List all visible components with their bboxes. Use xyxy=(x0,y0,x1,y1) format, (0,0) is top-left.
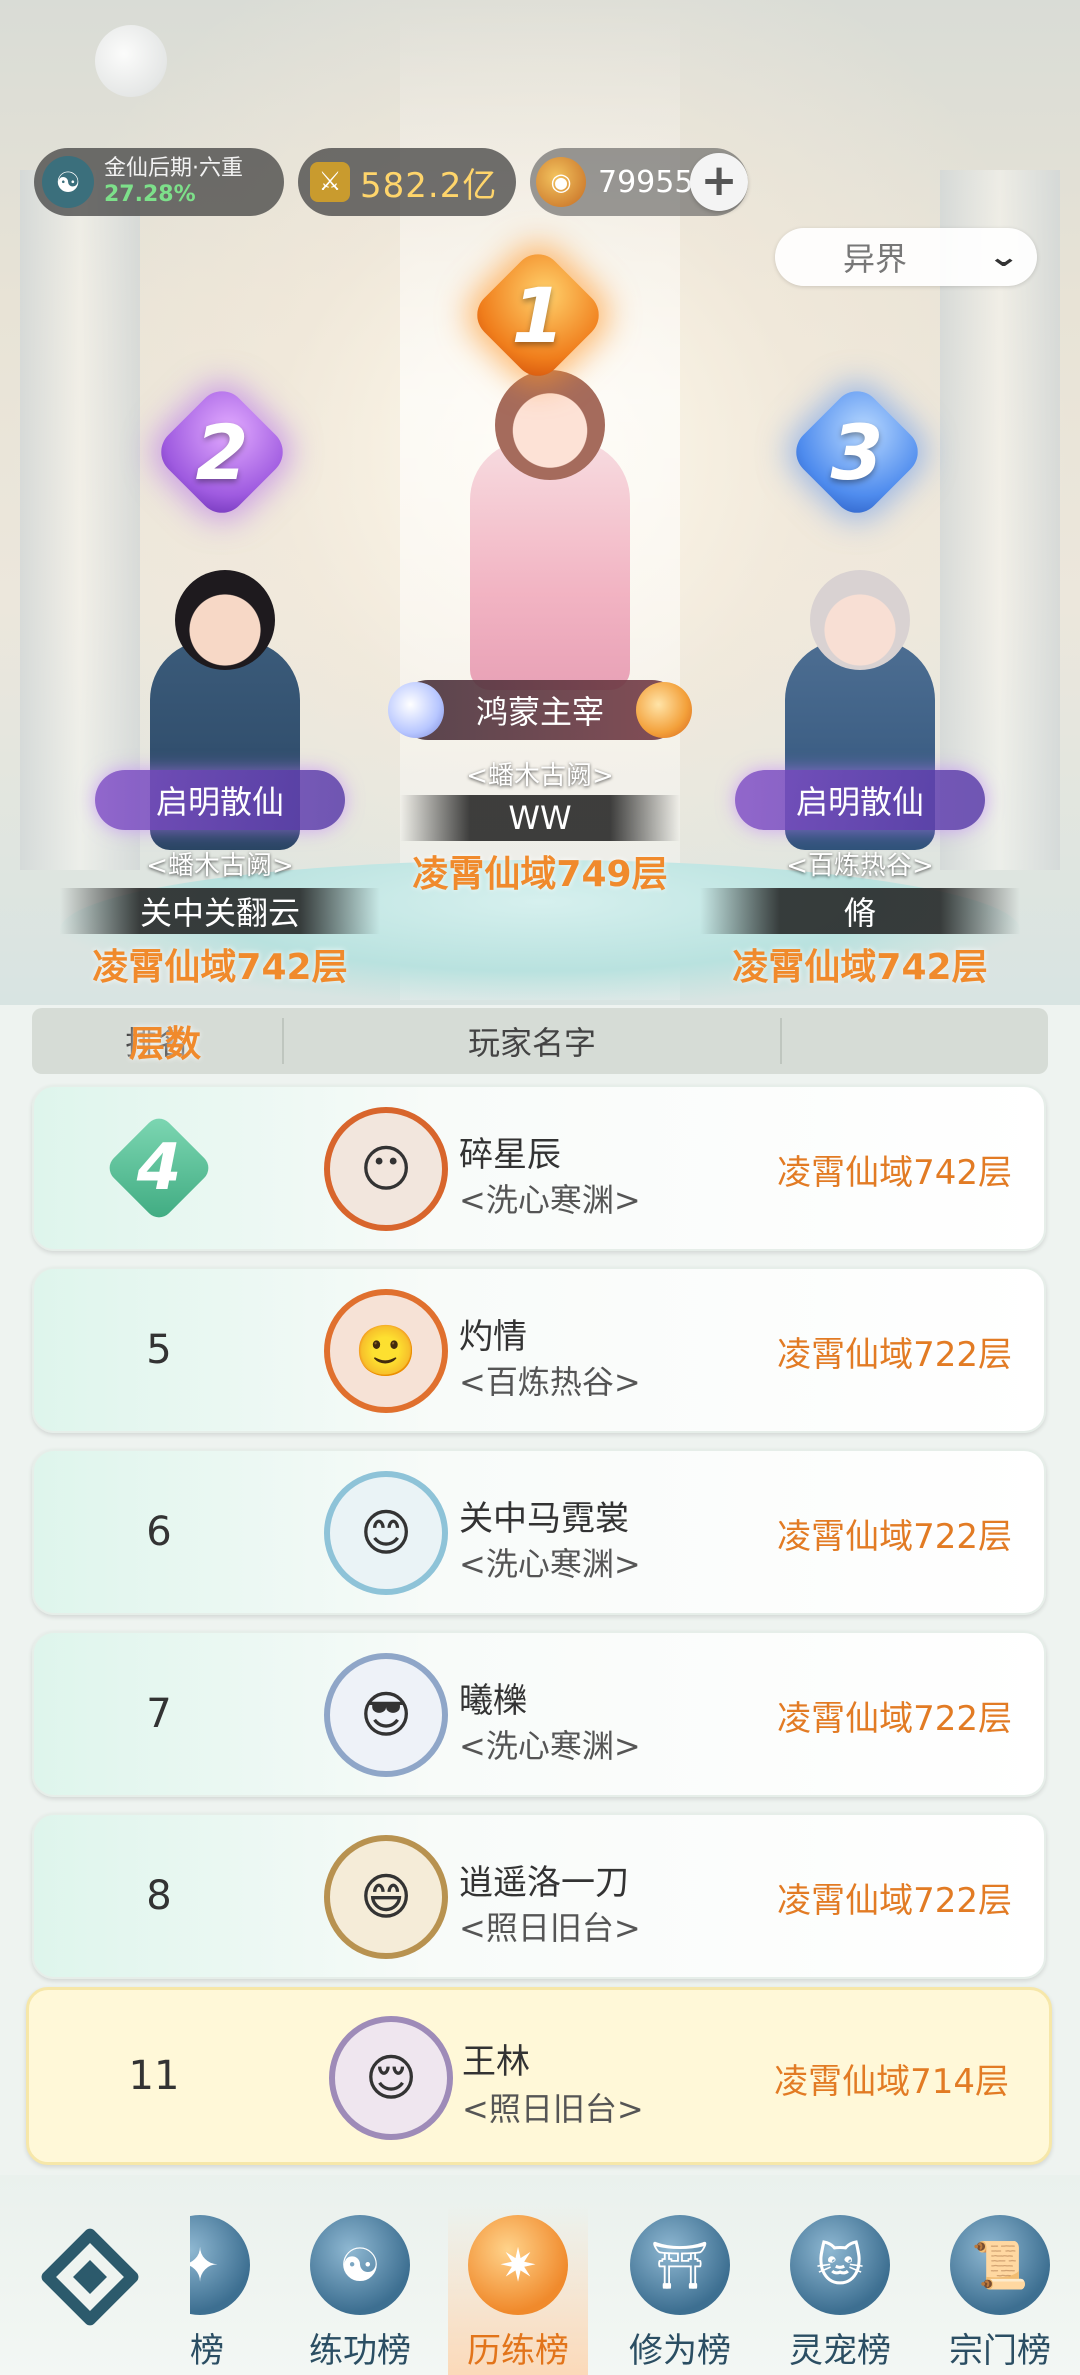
table-row[interactable]: 5 🙂 灼情 <百炼热谷> 凌霄仙域722层 xyxy=(32,1267,1046,1433)
header-floor: 层数 xyxy=(128,1024,201,1065)
table-row[interactable]: 4 😶 碎星辰 <洗心寒渊> 凌霄仙域742层 xyxy=(32,1085,1046,1251)
tab-label: 练功榜 xyxy=(309,2331,411,2371)
scroll-icon: 📜 xyxy=(950,2215,1050,2315)
rank-number: 5 xyxy=(146,1327,172,1373)
avatar[interactable]: 😶 xyxy=(324,1107,448,1231)
spirit-coin-icon: ◉ xyxy=(536,157,586,207)
power-rank-icon: ✦ xyxy=(190,2215,250,2315)
rank2-badge-icon: 2 xyxy=(151,381,293,523)
rank3-floor: 凌霄仙域742层 xyxy=(732,947,988,988)
chevron-down-icon: ⌄ xyxy=(986,240,1020,273)
rank2-player-name: 关中关翻云 xyxy=(60,888,380,934)
yin-yang-icon: ☯ xyxy=(310,2215,410,2315)
player-floor: 凌霄仙域722层 xyxy=(777,1517,1012,1557)
player-guild: <洗心寒渊> xyxy=(459,1545,641,1583)
table-row[interactable]: 7 😎 曦櫟 <洗心寒渊> 凌霄仙域722层 xyxy=(32,1631,1046,1797)
player-name: 逍遥洛一刀 xyxy=(459,1863,629,1903)
tab-power-rank[interactable]: ✦ 力榜 xyxy=(190,2205,260,2375)
moon-icon xyxy=(95,25,167,97)
rank1-title: 鸿蒙主宰 xyxy=(388,680,692,740)
table-row[interactable]: 8 😄 逍遥洛一刀 <照日旧台> 凌霄仙域722层 xyxy=(32,1813,1046,1979)
player-guild: <洗心寒渊> xyxy=(459,1181,641,1219)
player-name: 王林 xyxy=(462,2042,530,2082)
player-floor: 凌霄仙域722层 xyxy=(777,1335,1012,1375)
orb-icon xyxy=(388,682,444,738)
rank-number: 7 xyxy=(146,1691,172,1737)
left-pillar xyxy=(20,170,140,870)
player-floor: 凌霄仙域722层 xyxy=(777,1699,1012,1739)
realm-percent: 27.28% xyxy=(104,182,196,207)
avatar[interactable]: 😊 xyxy=(324,1471,448,1595)
combat-power: ⚔ 582.2亿 xyxy=(298,148,516,216)
tab-pet-rank[interactable]: 🐱 灵宠榜 xyxy=(770,2205,910,2375)
tab-trial-rank[interactable]: ✷ 历练榜 xyxy=(448,2205,588,2375)
bottom-nav: ✦ 力榜 ☯ 练功榜 ✷ 历练榜 ⛩ 修为榜 🐱 灵宠榜 📜 宗门榜 xyxy=(0,2175,1080,2375)
self-rank-row[interactable]: 11 😌 王林 <照日旧台> 凌霄仙域714层 xyxy=(26,1987,1052,2165)
realm-name: 金仙后期·六重 xyxy=(104,156,243,181)
rank2-guild: <蟠木古阙> xyxy=(146,851,294,881)
tab-sect-rank[interactable]: 📜 宗门榜 xyxy=(930,2205,1070,2375)
dropdown-selected: 异界 xyxy=(843,240,908,278)
rank1-character[interactable] xyxy=(470,370,630,690)
rank3-badge-icon: 3 xyxy=(786,381,928,523)
rank-number: 8 xyxy=(146,1873,172,1919)
tab-label: 修为榜 xyxy=(629,2331,731,2371)
header-player-name: 玩家名字 xyxy=(282,1018,782,1064)
avatar[interactable]: 😌 xyxy=(329,2016,453,2140)
rank1-guild: <蟠木古阙> xyxy=(466,761,614,791)
rank2-title: 启明散仙 xyxy=(95,770,345,830)
tab-label: 历练榜 xyxy=(467,2331,569,2371)
avatar[interactable]: 😄 xyxy=(324,1835,448,1959)
rank1-badge-icon: 1 xyxy=(467,244,609,386)
tab-label: 灵宠榜 xyxy=(789,2331,891,2371)
avatar[interactable]: 🙂 xyxy=(324,1289,448,1413)
rank3-player-name: 脩 xyxy=(700,888,1020,934)
power-value: 582.2亿 xyxy=(360,165,498,206)
player-name: 曦櫟 xyxy=(459,1681,527,1721)
coin-value: 79955 xyxy=(598,164,694,200)
tab-label: 力榜 xyxy=(190,2331,224,2371)
scholar-hat-icon: ⛩ xyxy=(630,2215,730,2315)
rank3-title: 启明散仙 xyxy=(735,770,985,830)
realm-filter-dropdown[interactable]: 异界 ⌄ xyxy=(775,228,1037,286)
star-burst-icon: ✷ xyxy=(468,2215,568,2315)
realm-avatar-icon: ☯ xyxy=(42,156,94,208)
rank1-floor: 凌霄仙域749层 xyxy=(412,854,668,895)
table-header: 排名 玩家名字 层数 xyxy=(32,1008,1048,1074)
player-floor: 凌霄仙域722层 xyxy=(777,1881,1012,1921)
player-name: 碎星辰 xyxy=(459,1135,561,1175)
avatar[interactable]: 😎 xyxy=(324,1653,448,1777)
player-guild: <照日旧台> xyxy=(459,1909,641,1947)
player-name: 灼情 xyxy=(459,1317,527,1357)
table-row[interactable]: 6 😊 关中马霓裳 <洗心寒渊> 凌霄仙域722层 xyxy=(32,1449,1046,1615)
player-guild: <百炼热谷> xyxy=(459,1363,641,1401)
rank4-badge-icon: 4 xyxy=(34,1087,284,1249)
pet-cat-icon: 🐱 xyxy=(790,2215,890,2315)
rank-number: 6 xyxy=(146,1509,172,1555)
rank2-floor: 凌霄仙域742层 xyxy=(92,947,348,988)
rank-number: 11 xyxy=(128,2053,180,2099)
flame-orb-icon xyxy=(636,682,692,738)
realm-indicator[interactable]: ☯ 金仙后期·六重 27.28% xyxy=(34,148,284,216)
rank3-guild: <百炼热谷> xyxy=(786,851,934,881)
menu-logo-icon[interactable] xyxy=(38,2225,142,2329)
player-guild: <照日旧台> xyxy=(462,2090,644,2128)
tab-practice-rank[interactable]: ☯ 练功榜 xyxy=(290,2205,430,2375)
tab-label: 宗门榜 xyxy=(949,2331,1051,2371)
rank1-player-name: WW xyxy=(400,795,680,841)
crossed-swords-icon: ⚔ xyxy=(310,162,350,202)
player-name: 关中马霓裳 xyxy=(459,1499,629,1539)
player-guild: <洗心寒渊> xyxy=(459,1727,641,1765)
player-floor: 凌霄仙域714层 xyxy=(774,2062,1009,2102)
add-currency-button[interactable]: + xyxy=(690,153,748,211)
tab-cultivation-rank[interactable]: ⛩ 修为榜 xyxy=(610,2205,750,2375)
player-floor: 凌霄仙域742层 xyxy=(777,1153,1012,1193)
status-bar: ☯ 金仙后期·六重 27.28% ⚔ 582.2亿 ◉ 79955 xyxy=(34,148,748,216)
